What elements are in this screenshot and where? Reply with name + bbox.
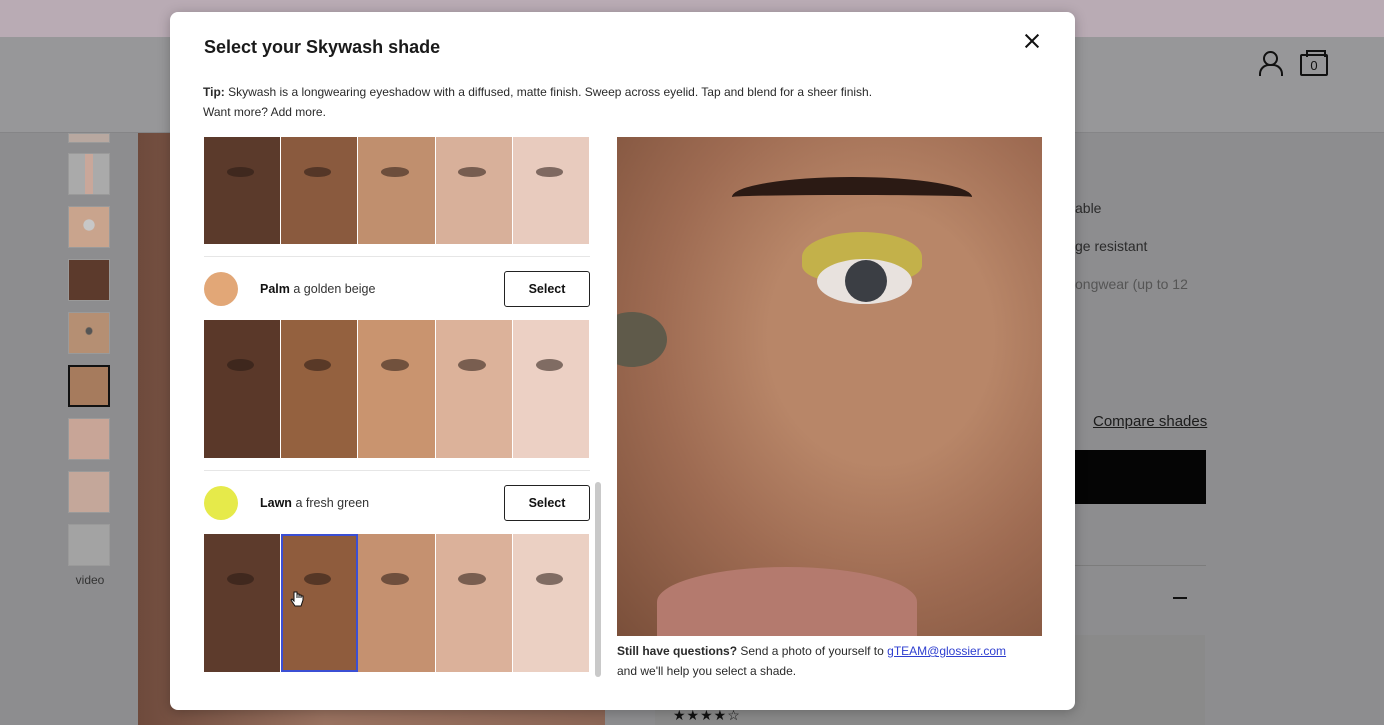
thumbnail[interactable] <box>68 418 110 460</box>
tip-label: Tip: <box>203 85 225 99</box>
face-image <box>358 320 436 458</box>
shade-face-strip <box>204 320 590 458</box>
product-benefits: able ge resistant ongwear (up to 12 <box>1075 200 1225 314</box>
bag-icon[interactable]: 0 <box>1300 50 1328 76</box>
eye-shape <box>617 312 667 367</box>
face-image <box>435 320 513 458</box>
face-image <box>358 137 436 244</box>
face-image <box>204 534 282 672</box>
thumbnail[interactable] <box>68 471 110 513</box>
face-image <box>204 320 282 458</box>
tip-body: Skywash is a longwearing eyeshadow with … <box>203 85 873 119</box>
help-tail: and we'll help you select a shade. <box>617 664 797 678</box>
modal-title: Select your Skywash shade <box>204 37 441 57</box>
face-image <box>281 137 359 244</box>
user-icon[interactable] <box>1258 50 1283 76</box>
product-thumbnails: video <box>68 133 112 587</box>
thumbnail[interactable] <box>68 153 110 195</box>
benefit-text: able <box>1075 200 1102 216</box>
face-image <box>512 320 590 458</box>
shade-description: a golden beige <box>293 281 376 296</box>
shade-swatch <box>204 271 238 306</box>
shade-preview-image <box>617 137 1042 636</box>
select-palm-button[interactable]: Select <box>504 270 590 307</box>
shade-selector-modal: Select your Skywash shade Tip: Skywash i… <box>170 12 1075 710</box>
shade-row-lawn: Lawn a fresh green Select <box>204 471 590 534</box>
video-thumbnail[interactable] <box>68 524 110 566</box>
face-image <box>358 534 436 672</box>
divider <box>1075 565 1206 566</box>
eyebrow-shape <box>732 177 972 217</box>
thumbnail-selected[interactable] <box>68 365 110 407</box>
thumbnail[interactable] <box>68 206 110 248</box>
help-text: Still have questions? Send a photo of yo… <box>617 641 1047 681</box>
face-image <box>435 534 513 672</box>
close-icon[interactable] <box>1022 31 1042 51</box>
shade-face-strip <box>204 137 590 244</box>
video-label: video <box>75 573 105 587</box>
thumbnail[interactable] <box>68 259 110 301</box>
face-image <box>435 137 513 244</box>
header-icons: 0 <box>1258 50 1328 76</box>
scrollbar[interactable] <box>595 482 601 677</box>
thumbnail[interactable] <box>68 133 110 143</box>
help-bold: Still have questions? <box>617 644 738 658</box>
email-link[interactable]: gTEAM@glossier.com <box>887 644 1006 658</box>
face-image <box>281 320 359 458</box>
thumbnail[interactable] <box>68 312 110 354</box>
shade-label: Lawn a fresh green <box>260 496 504 510</box>
shade-name: Lawn <box>260 495 292 510</box>
help-body: Send a photo of yourself to <box>740 644 884 658</box>
hand-cursor-icon <box>290 591 304 607</box>
shade-swatch <box>204 485 238 520</box>
benefit-text: ongwear (up to 12 <box>1075 276 1188 292</box>
shade-face-strip <box>204 534 590 672</box>
iris-shape <box>845 260 887 302</box>
add-to-bag-button[interactable] <box>1075 450 1206 504</box>
select-lawn-button[interactable]: Select <box>504 484 590 521</box>
shade-name: Palm <box>260 281 290 296</box>
face-image <box>512 137 590 244</box>
collapse-icon[interactable] <box>1173 597 1187 599</box>
shade-label: Palm a golden beige <box>260 282 504 296</box>
shade-description: a fresh green <box>295 495 370 510</box>
face-image <box>512 534 590 672</box>
face-image <box>204 137 282 244</box>
shade-list[interactable]: Palm a golden beige Select Lawn a fresh … <box>204 137 590 677</box>
lips-shape <box>657 567 917 636</box>
compare-shades-link[interactable]: Compare shades <box>1093 413 1207 430</box>
tip-text: Tip: Skywash is a longwearing eyeshadow … <box>203 82 883 122</box>
benefit-text: ge resistant <box>1075 238 1148 254</box>
shade-row-palm: Palm a golden beige Select <box>204 257 590 320</box>
